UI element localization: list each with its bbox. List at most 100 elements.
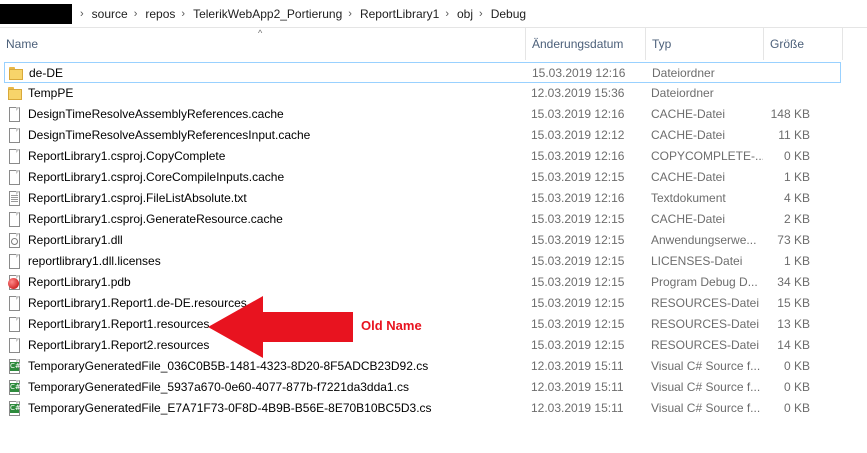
- file-size: 15 KB: [777, 296, 810, 310]
- file-row[interactable]: DesignTimeResolveAssemblyReferences.cach…: [4, 104, 841, 125]
- file-row[interactable]: C# TemporaryGeneratedFile_036C0B5B-1481-4…: [4, 356, 841, 377]
- chevron-right-icon[interactable]: ›: [181, 8, 185, 20]
- file-size: 73 KB: [777, 233, 810, 247]
- file-size: [766, 83, 810, 104]
- file-row[interactable]: C# TemporaryGeneratedFile_5937a670-0e60-4…: [4, 377, 841, 398]
- chevron-right-icon[interactable]: ›: [445, 8, 449, 20]
- file-date: 15.03.2019 12:15: [531, 233, 625, 247]
- file-name: DesignTimeResolveAssemblyReferences.cach…: [28, 107, 284, 121]
- file-name: TemporaryGeneratedFile_036C0B5B-1481-432…: [28, 359, 429, 373]
- column-header-name[interactable]: Name: [0, 28, 525, 60]
- file-icon: [8, 107, 22, 123]
- breadcrumb-item-repos[interactable]: repos: [144, 7, 176, 21]
- text-file-icon: [8, 191, 22, 207]
- file-date: 15.03.2019 12:16: [531, 107, 625, 121]
- file-date: 15.03.2019 12:15: [531, 338, 625, 352]
- file-type: Visual C# Source f...: [651, 380, 761, 394]
- file-type: Visual C# Source f...: [651, 359, 761, 373]
- breadcrumb-item-source[interactable]: source: [91, 7, 129, 21]
- file-name: ReportLibrary1.csproj.CopyComplete: [28, 149, 226, 163]
- chevron-right-icon[interactable]: ›: [80, 8, 84, 20]
- file-size: 1 KB: [783, 254, 810, 268]
- file-name: reportlibrary1.dll.licenses: [28, 254, 161, 268]
- file-type: CACHE-Datei: [651, 212, 726, 226]
- chevron-right-icon[interactable]: ›: [479, 8, 483, 20]
- sort-ascending-icon: ^: [258, 28, 263, 38]
- file-size: 34 KB: [777, 275, 810, 289]
- folder-icon: [9, 66, 23, 82]
- file-name: ReportLibrary1.pdb: [28, 275, 131, 289]
- file-row[interactable]: de-DE 15.03.2019 12:16 Dateiordner: [4, 62, 841, 83]
- breadcrumb-item-project[interactable]: TelerikWebApp2_Portierung: [192, 7, 343, 21]
- file-name: ReportLibrary1.dll: [28, 233, 123, 247]
- column-header-size[interactable]: Größe: [764, 28, 842, 60]
- breadcrumb-item-library[interactable]: ReportLibrary1: [359, 7, 440, 21]
- file-date: 15.03.2019 12:15: [531, 254, 625, 268]
- file-size: [767, 63, 811, 84]
- file-type: Textdokument: [651, 191, 726, 205]
- csharp-file-icon: C#: [8, 359, 22, 375]
- file-name: ReportLibrary1.csproj.GenerateResource.c…: [28, 212, 283, 226]
- file-row[interactable]: ReportLibrary1.Report1.de-DE.resources 15…: [4, 293, 841, 314]
- file-icon: [8, 128, 22, 144]
- file-date: 15.03.2019 12:16: [531, 149, 625, 163]
- file-row[interactable]: ReportLibrary1.csproj.CopyComplete 15.03.…: [4, 146, 841, 167]
- file-type: COPYCOMPLETE-...: [651, 149, 763, 163]
- file-name: TemporaryGeneratedFile_E7A71F73-0F8D-4B9…: [28, 401, 432, 415]
- file-row[interactable]: ReportLibrary1.Report2.resources 15.03.20…: [4, 335, 841, 356]
- file-row[interactable]: ReportLibrary1.Report1.resources 15.03.20…: [4, 314, 841, 335]
- csharp-file-icon: C#: [8, 401, 22, 417]
- chevron-right-icon[interactable]: ›: [134, 8, 138, 20]
- file-row[interactable]: DesignTimeResolveAssemblyReferencesInput…: [4, 125, 841, 146]
- file-row[interactable]: ReportLibrary1.csproj.FileListAbsolute.t…: [4, 188, 841, 209]
- file-date: 15.03.2019 12:15: [531, 296, 625, 310]
- file-size: 11 KB: [778, 128, 810, 142]
- file-row[interactable]: reportlibrary1.dll.licenses 15.03.2019 12…: [4, 251, 841, 272]
- file-row[interactable]: ReportLibrary1.csproj.GenerateResource.c…: [4, 209, 841, 230]
- folder-icon: [8, 86, 22, 102]
- column-header-date[interactable]: Änderungsdatum: [526, 28, 645, 60]
- file-type: Dateiordner: [652, 66, 715, 80]
- file-size: 13 KB: [777, 317, 810, 331]
- file-type: RESOURCES-Datei: [651, 296, 760, 310]
- file-size: 0 KB: [783, 359, 810, 373]
- file-size: 2 KB: [783, 212, 810, 226]
- file-row[interactable]: ReportLibrary1.csproj.CoreCompileInputs.…: [4, 167, 841, 188]
- dll-icon: [8, 233, 22, 249]
- file-date: 15.03.2019 12:12: [531, 128, 625, 142]
- file-size: 1 KB: [783, 170, 810, 184]
- file-type: RESOURCES-Datei: [651, 338, 760, 352]
- file-icon: [8, 254, 22, 270]
- file-type: Visual C# Source f...: [651, 401, 761, 415]
- file-date: 12.03.2019 15:36: [531, 86, 625, 100]
- file-icon: [8, 296, 22, 312]
- file-row[interactable]: ReportLibrary1.dll 15.03.2019 12:15 Anwend…: [4, 230, 841, 251]
- file-icon: [8, 149, 22, 165]
- file-size: 0 KB: [783, 380, 810, 394]
- file-icon: [8, 212, 22, 228]
- column-divider[interactable]: [842, 28, 843, 60]
- file-date: 15.03.2019 12:15: [531, 212, 625, 226]
- file-size: 0 KB: [783, 401, 810, 415]
- column-header-type[interactable]: Typ: [646, 28, 763, 60]
- csharp-file-icon: C#: [8, 380, 22, 396]
- chevron-right-icon[interactable]: ›: [348, 8, 352, 20]
- breadcrumb-item-obj[interactable]: obj: [456, 7, 474, 21]
- annotation-label: Old Name: [361, 318, 422, 333]
- file-date: 15.03.2019 12:15: [531, 170, 625, 184]
- file-date: 15.03.2019 12:16: [532, 66, 626, 80]
- file-date: 15.03.2019 12:15: [531, 275, 625, 289]
- redacted-path-segment: [0, 4, 72, 24]
- file-date: 12.03.2019 15:11: [531, 380, 624, 394]
- file-type: LICENSES-Datei: [651, 254, 743, 268]
- file-name: ReportLibrary1.csproj.FileListAbsolute.t…: [28, 191, 247, 205]
- address-bar[interactable]: › source › repos › TelerikWebApp2_Portie…: [0, 0, 867, 28]
- file-type: RESOURCES-Datei: [651, 317, 760, 331]
- file-row[interactable]: C# TemporaryGeneratedFile_E7A71F73-0F8D-4…: [4, 398, 841, 419]
- file-name: ReportLibrary1.csproj.CoreCompileInputs.…: [28, 170, 285, 184]
- file-date: 12.03.2019 15:11: [531, 401, 624, 415]
- file-row[interactable]: TempPE 12.03.2019 15:36 Dateiordner: [4, 83, 841, 104]
- file-name: TemporaryGeneratedFile_5937a670-0e60-407…: [28, 380, 409, 394]
- breadcrumb-item-debug[interactable]: Debug: [490, 7, 527, 21]
- file-row[interactable]: ReportLibrary1.pdb 15.03.2019 12:15 Progra…: [4, 272, 841, 293]
